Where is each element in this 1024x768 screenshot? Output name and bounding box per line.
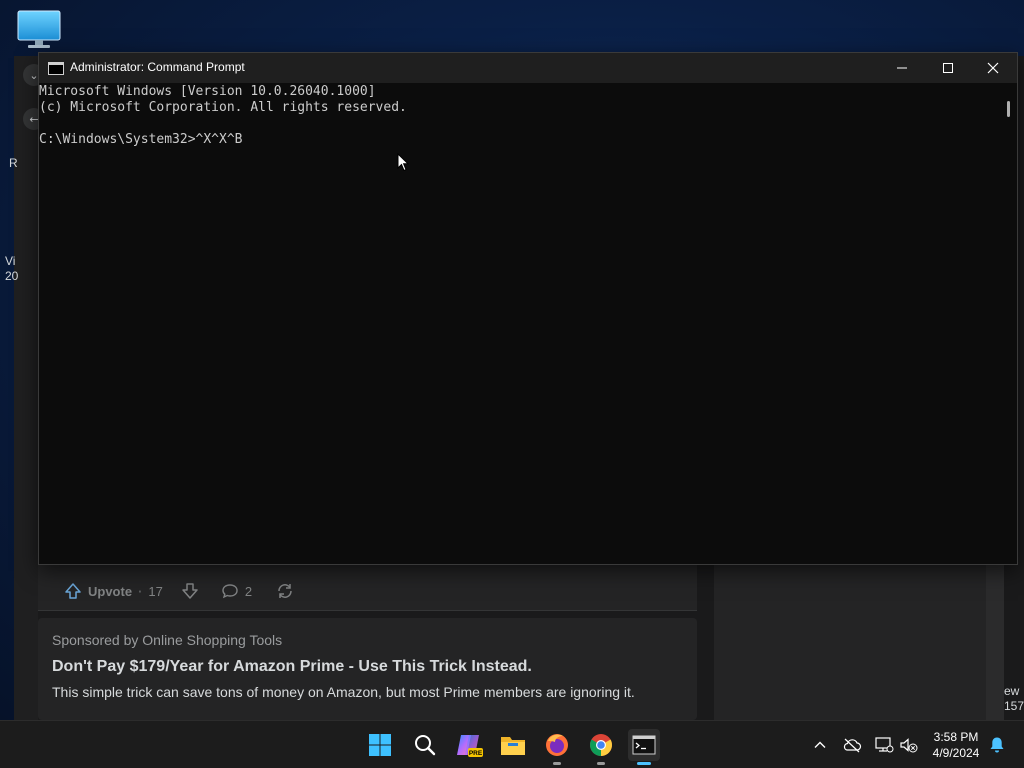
running-indicator (553, 762, 561, 765)
chevron-up-icon (814, 741, 826, 748)
mouse-cursor-icon (397, 152, 410, 176)
downvote-icon (182, 583, 198, 599)
console-output[interactable]: Microsoft Windows [Version 10.0.26040.10… (39, 83, 999, 564)
console-line: (c) Microsoft Corporation. All rights re… (39, 100, 407, 115)
bell-icon (990, 737, 1004, 753)
comments-button[interactable]: 2 (221, 582, 252, 600)
maximize-icon (943, 63, 953, 73)
separator-dot: · (138, 583, 143, 599)
terminal-button[interactable] (628, 729, 660, 765)
running-indicator (597, 762, 605, 765)
close-icon (987, 62, 999, 74)
cmd-app-icon (48, 62, 64, 75)
strip-text-vi: Vi (5, 254, 16, 268)
scrollbar-thumb[interactable] (1007, 101, 1010, 117)
clock-date: 4/9/2024 (932, 746, 980, 760)
right-edge-text-2: 157 (1004, 699, 1024, 713)
show-hidden-icons-button[interactable] (809, 733, 831, 757)
right-sidebar-panel (714, 563, 986, 721)
copilot-button[interactable]: PRE (453, 729, 485, 761)
active-indicator (637, 762, 651, 765)
ad-sponsor-label: Sponsored by Online Shopping Tools (52, 632, 283, 648)
windows-logo-icon (369, 734, 391, 756)
maximize-button[interactable] (925, 53, 971, 83)
sponsored-ad-card[interactable]: Sponsored by Online Shopping Tools Don't… (38, 618, 697, 720)
comment-icon (222, 584, 238, 599)
console-scrollbar[interactable] (1000, 83, 1017, 564)
strip-text-20: 20 (5, 269, 19, 283)
downvote-button[interactable] (181, 582, 199, 600)
firefox-icon (546, 734, 568, 756)
browser-left-strip: ⌄ ← R Vi 20 (5, 56, 45, 720)
browser-scrollbar[interactable] (986, 563, 1004, 720)
upvote-count: 17 (148, 583, 163, 599)
start-button[interactable] (364, 729, 396, 761)
console-line: Microsoft Windows [Version 10.0.26040.10… (39, 84, 376, 99)
ad-title[interactable]: Don't Pay $179/Year for Amazon Prime - U… (52, 658, 532, 676)
comment-count: 2 (244, 583, 253, 599)
this-pc-icon[interactable] (16, 10, 62, 50)
network-icon (875, 737, 894, 753)
strip-text-r: R (9, 156, 18, 170)
console-prompt-line[interactable]: C:\Windows\System32>^X^X^B (39, 132, 243, 148)
cmd-titlebar[interactable]: Administrator: Command Prompt (39, 53, 1017, 83)
terminal-icon (632, 735, 656, 755)
taskbar: PRE 3:58 PM 4/9/2024 (0, 720, 1024, 768)
taskbar-clock[interactable]: 3:58 PM 4/9/2024 (924, 729, 988, 761)
chrome-button[interactable] (585, 729, 617, 765)
ad-body: This simple trick can save tons of money… (52, 684, 635, 700)
firefox-button[interactable] (541, 729, 573, 765)
copilot-icon: PRE (457, 735, 483, 757)
speaker-muted-icon (900, 738, 918, 753)
right-edge-text-1: ew (1004, 684, 1020, 698)
cloud-offline-icon (843, 738, 862, 753)
close-button[interactable] (970, 53, 1016, 83)
post-action-bar: Upvote · 17 2 (38, 576, 294, 606)
onedrive-tray-button[interactable] (841, 733, 863, 757)
upvote-label: Upvote (88, 583, 133, 599)
right-edge-text: ew 157 (1004, 684, 1024, 714)
notifications-button[interactable] (986, 733, 1008, 757)
network-tray-button[interactable] (873, 733, 895, 757)
chrome-icon (590, 734, 612, 756)
search-icon (415, 735, 436, 756)
command-prompt-window[interactable]: Administrator: Command Prompt Microsoft … (38, 52, 1018, 565)
search-button[interactable] (409, 729, 441, 761)
folder-icon (501, 737, 525, 755)
copilot-badge: PRE (469, 750, 483, 757)
minimize-icon (897, 67, 907, 69)
upvote-button[interactable]: Upvote · 17 (64, 582, 163, 600)
file-explorer-button[interactable] (497, 729, 529, 761)
share-button[interactable] (276, 582, 294, 600)
window-title: Administrator: Command Prompt (70, 60, 245, 74)
minimize-button[interactable] (879, 53, 925, 83)
share-refresh-icon (278, 584, 292, 598)
upvote-icon (65, 583, 81, 599)
clock-time: 3:58 PM (933, 730, 979, 744)
volume-tray-button[interactable] (898, 733, 920, 757)
